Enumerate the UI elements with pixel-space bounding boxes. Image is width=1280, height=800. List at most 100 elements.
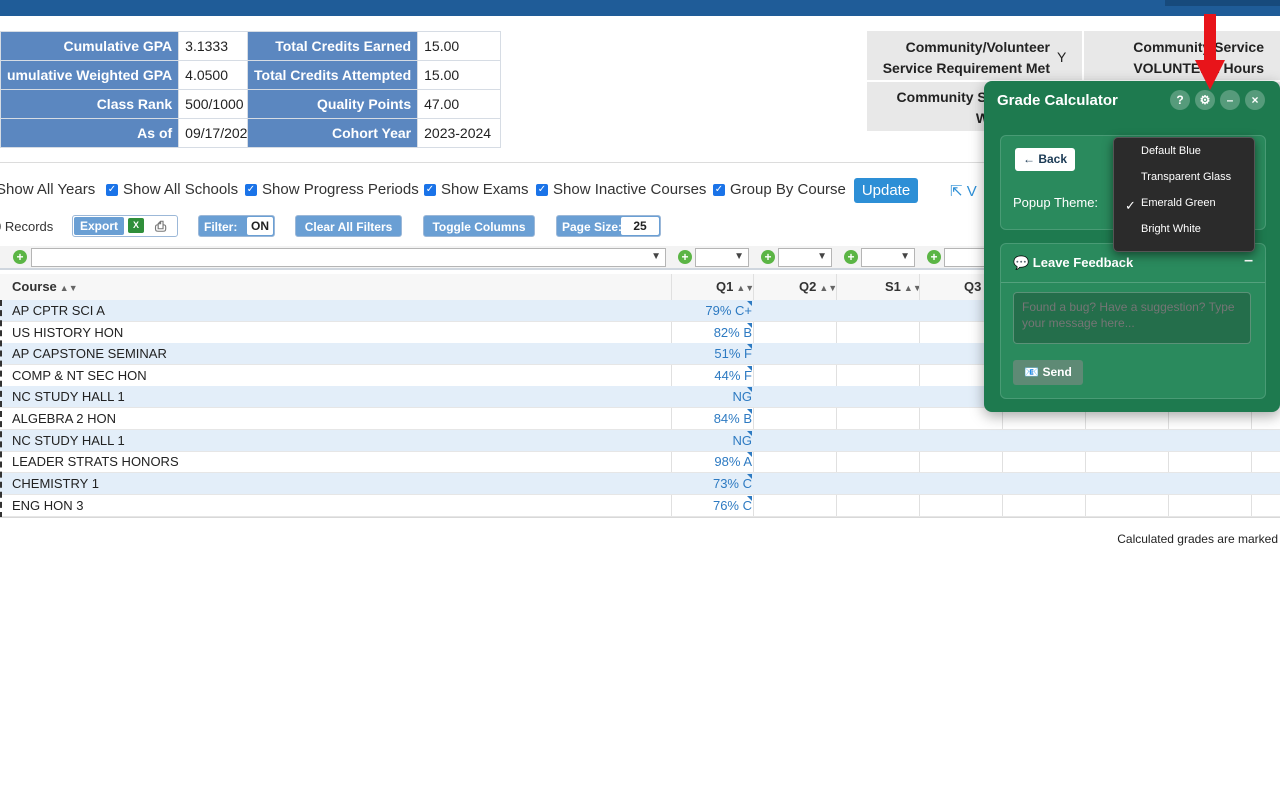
show-all-years-option[interactable]: Show All Years <box>0 181 95 198</box>
page-size-control[interactable]: Page Size: 25 <box>556 215 661 237</box>
q1-filter-select[interactable]: ▼ <box>695 248 749 267</box>
table-row[interactable]: LEADER STRATS HONORS 98% A <box>0 451 1280 473</box>
update-button[interactable]: Update <box>854 178 918 203</box>
calculated-grades-note: Calculated grades are marked <box>1117 532 1278 546</box>
course-name: AP CPTR SCI A <box>12 303 105 318</box>
column-header-s1[interactable]: S1 ▲▼ <box>885 279 922 294</box>
add-filter-icon[interactable]: + <box>844 250 858 264</box>
close-button[interactable]: × <box>1245 90 1265 110</box>
column-header-q3[interactable]: Q3 <box>964 279 981 294</box>
column-header-course[interactable]: Course ▲▼ <box>12 279 78 294</box>
gpa-summary-table: Cumulative GPA 3.1333 umulative Weighted … <box>0 31 268 148</box>
q1-grade[interactable]: 76% C <box>672 498 752 513</box>
show-all-schools-option[interactable]: ✓ Show All Schools <box>106 181 238 198</box>
q1-grade[interactable]: 44% F <box>672 368 752 383</box>
q1-grade[interactable]: NG <box>672 433 753 448</box>
summary-value: 2023-2024 <box>417 118 502 148</box>
q1-grade[interactable]: NG <box>672 389 753 404</box>
summary-label: Total Credits Attempted <box>246 60 419 90</box>
column-header-q1[interactable]: Q1 ▲▼ <box>716 279 754 294</box>
print-icon[interactable]: ⎙ <box>155 217 166 235</box>
q1-grade[interactable]: 84% B <box>672 411 752 426</box>
group-by-course-option[interactable]: ✓ Group By Course <box>713 181 846 198</box>
calculated-marker-icon <box>747 431 752 436</box>
theme-option-bright-white[interactable]: Bright White <box>1141 223 1201 235</box>
add-filter-icon[interactable]: + <box>678 250 692 264</box>
theme-option-transparent-glass[interactable]: Transparent Glass <box>1141 171 1231 183</box>
filter-toggle[interactable]: Filter: ON <box>198 215 275 237</box>
view-link[interactable]: ⇱ V <box>950 182 977 200</box>
checkbox-checked-icon[interactable]: ✓ <box>245 183 257 196</box>
filter-state: ON <box>247 217 273 235</box>
q2-filter-select[interactable]: ▼ <box>778 248 832 267</box>
summary-label: Quality Points <box>246 89 419 119</box>
minimize-button[interactable]: – <box>1220 90 1240 110</box>
send-button[interactable]: 📧 Send <box>1013 360 1083 385</box>
checkbox-checked-icon[interactable]: ✓ <box>424 183 436 196</box>
dropdown-arrow-icon: ▼ <box>900 251 910 262</box>
add-filter-icon[interactable]: + <box>927 250 941 264</box>
add-filter-icon[interactable]: + <box>13 250 27 264</box>
calculated-marker-icon <box>747 387 752 392</box>
column-header-q2[interactable]: Q2 ▲▼ <box>799 279 837 294</box>
add-filter-icon[interactable]: + <box>761 250 775 264</box>
records-count: 0 Records <box>0 219 54 234</box>
course-name: LEADER STRATS HONORS <box>12 454 179 469</box>
sort-icon[interactable]: ▲▼ <box>819 283 837 293</box>
s1-filter-select[interactable]: ▼ <box>861 248 915 267</box>
divider <box>1001 282 1265 283</box>
dropdown-arrow-icon: ▼ <box>734 251 744 262</box>
q1-grade[interactable]: 73% C <box>672 476 752 491</box>
course-name: CHEMISTRY 1 <box>12 476 99 491</box>
table-bottom-border <box>0 517 1280 518</box>
theme-option-default-blue[interactable]: Default Blue <box>1141 145 1201 157</box>
clear-all-filters-button[interactable]: Clear All Filters <box>295 215 402 237</box>
course-filter-select[interactable]: ▼ <box>31 248 666 267</box>
feedback-collapse-button[interactable]: – <box>1244 252 1253 270</box>
calculated-marker-icon <box>747 344 752 349</box>
summary-label: umulative Weighted GPA <box>0 60 180 90</box>
popup-theme-label: Popup Theme: <box>1013 195 1099 210</box>
course-name: ENG HON 3 <box>12 498 84 513</box>
summary-label: As of <box>0 118 180 148</box>
show-inactive-courses-option[interactable]: ✓ Show Inactive Courses <box>536 181 706 198</box>
feedback-textarea[interactable] <box>1013 292 1251 344</box>
external-link-icon: ⇱ <box>950 183 963 200</box>
q1-grade[interactable]: 51% F <box>672 346 752 361</box>
table-row[interactable]: NC STUDY HALL 1 NG <box>0 430 1280 452</box>
q1-grade[interactable]: 98% A <box>672 454 752 469</box>
help-button[interactable]: ? <box>1170 90 1190 110</box>
red-arrow-annotation-icon <box>1195 14 1225 90</box>
volunteer-hours-label: Community Service VOLUNTEER Hours <box>1133 39 1264 76</box>
q1-grade[interactable]: 82% B <box>672 325 752 340</box>
summary-label: Cumulative GPA <box>0 31 180 61</box>
q1-grade[interactable]: 79% C+ <box>672 303 752 318</box>
checkbox-checked-icon[interactable]: ✓ <box>536 183 548 196</box>
excel-icon[interactable]: X <box>128 218 144 233</box>
summary-value: 47.00 <box>417 89 502 119</box>
sort-icon[interactable]: ▲▼ <box>60 283 78 293</box>
settings-button[interactable]: ⚙ <box>1195 90 1215 110</box>
table-row[interactable]: CHEMISTRY 1 73% C <box>0 473 1280 495</box>
show-progress-periods-option[interactable]: ✓ Show Progress Periods <box>245 181 419 198</box>
calculated-marker-icon <box>747 366 752 371</box>
export-button[interactable]: Export <box>74 217 124 235</box>
table-row[interactable]: ENG HON 3 76% C <box>0 495 1280 517</box>
export-group: Export X ⎙ <box>72 215 178 237</box>
course-name: AP CAPSTONE SEMINAR <box>12 346 167 361</box>
show-exams-option[interactable]: ✓ Show Exams <box>424 181 529 198</box>
feedback-panel: 💬 Leave Feedback – 📧 Send <box>1000 243 1266 399</box>
checkbox-checked-icon[interactable]: ✓ <box>106 183 118 196</box>
sort-icon[interactable]: ▲▼ <box>736 283 754 293</box>
toggle-columns-button[interactable]: Toggle Columns <box>423 215 535 237</box>
theme-option-emerald-green[interactable]: Emerald Green <box>1141 197 1216 209</box>
credits-summary-table: Total Credits Earned 15.00 Total Credits … <box>246 31 502 148</box>
checkbox-checked-icon[interactable]: ✓ <box>713 183 725 196</box>
popup-title: Grade Calculator <box>997 92 1118 109</box>
page-size-value[interactable]: 25 <box>621 217 659 235</box>
calculated-marker-icon <box>747 323 752 328</box>
theme-dropdown-menu: Default Blue Transparent Glass ✓ Emerald… <box>1113 137 1255 252</box>
top-nav-tab[interactable] <box>1165 0 1280 6</box>
summary-value: 15.00 <box>417 31 502 61</box>
back-button[interactable]: ← Back <box>1015 148 1075 171</box>
